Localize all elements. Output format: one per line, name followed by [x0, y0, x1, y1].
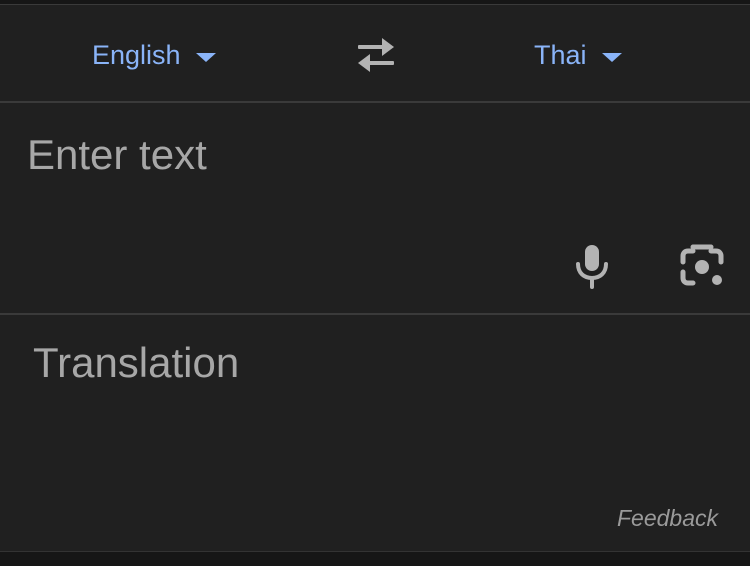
target-language-selector[interactable]: Thai: [534, 35, 622, 75]
swap-languages-button[interactable]: [354, 37, 398, 73]
swap-arrows-icon: [358, 38, 394, 72]
source-text-area[interactable]: Enter text: [0, 103, 750, 315]
target-language-label: Thai: [534, 39, 587, 70]
language-bar: English Thai: [0, 5, 750, 103]
translation-placeholder: Translation: [33, 339, 240, 386]
voice-input-button[interactable]: [572, 243, 612, 289]
source-text-placeholder[interactable]: Enter text: [27, 131, 207, 179]
microphone-icon: [576, 245, 608, 289]
translation-area: Translation Feedback: [0, 315, 750, 552]
camera-input-button[interactable]: [679, 244, 725, 290]
source-language-label: English: [92, 39, 181, 70]
source-language-selector[interactable]: English: [92, 35, 216, 75]
feedback-link[interactable]: Feedback: [617, 505, 718, 532]
camera-lens-icon: [680, 244, 724, 286]
bottom-edge: [0, 552, 750, 566]
caret-down-icon: [195, 52, 216, 62]
caret-down-icon: [601, 52, 622, 62]
